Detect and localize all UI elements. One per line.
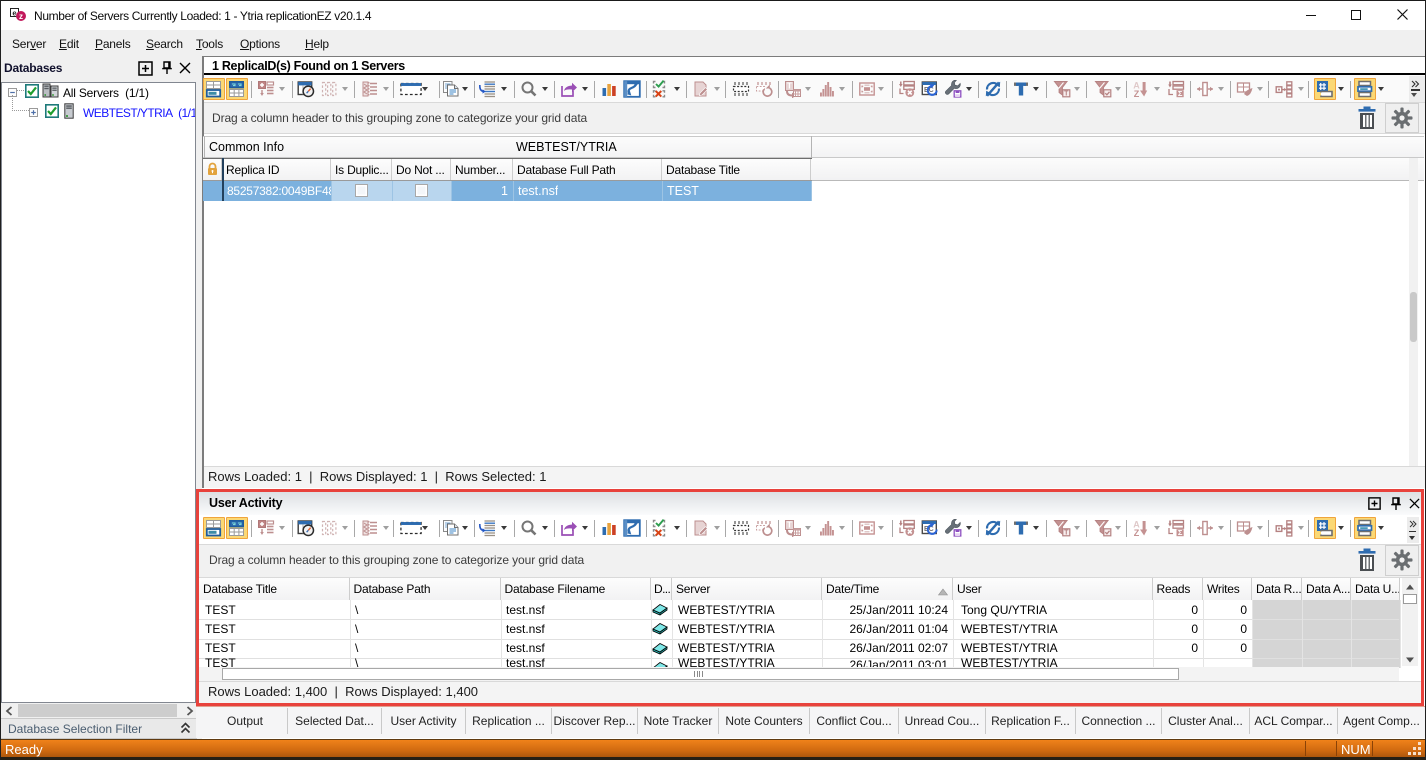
svg-text:e: e	[12, 8, 16, 17]
svg-text:T: T	[787, 82, 792, 91]
svg-text:T: T	[787, 521, 792, 530]
svg-text:T: T	[1064, 91, 1069, 98]
svg-text:Z: Z	[1134, 89, 1140, 98]
svg-text:Σ: Σ	[1178, 528, 1183, 537]
svg-text:z: z	[19, 12, 23, 21]
svg-text:T: T	[1064, 530, 1069, 537]
svg-text:Z: Z	[1134, 528, 1140, 537]
svg-text:Σ: Σ	[1178, 89, 1183, 98]
